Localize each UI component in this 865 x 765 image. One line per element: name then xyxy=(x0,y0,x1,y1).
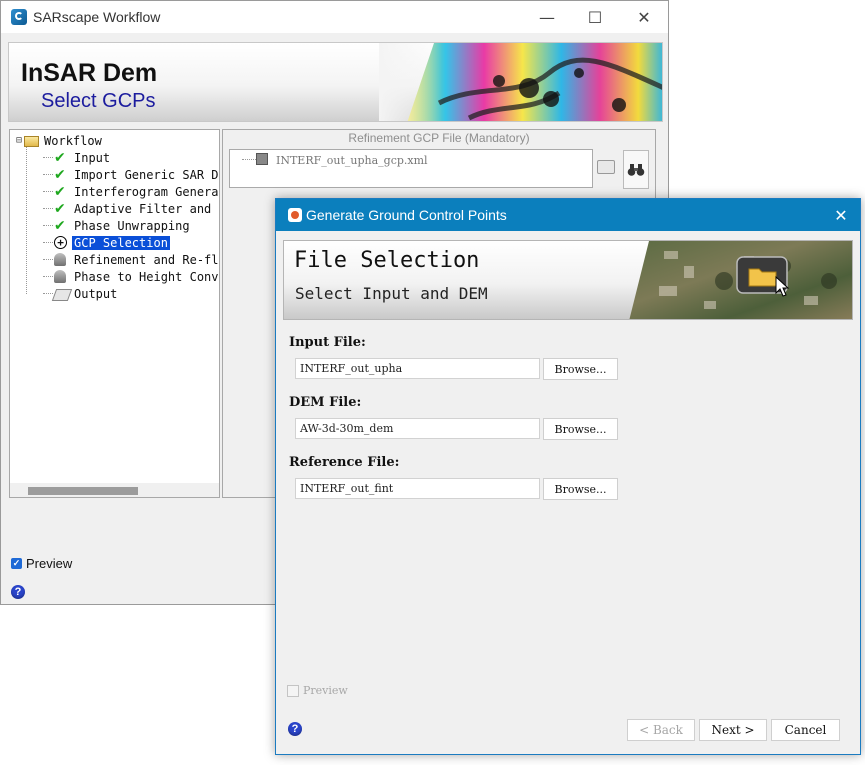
back-button[interactable]: < Back xyxy=(627,719,695,741)
cancel-button[interactable]: Cancel xyxy=(771,719,840,741)
checkbox-checked-icon[interactable]: ✓ xyxy=(11,558,22,569)
maximize-button[interactable]: ☐ xyxy=(573,2,617,32)
pending-step-icon xyxy=(54,252,66,266)
satellite-image xyxy=(629,241,852,319)
tree-horizontal-scrollbar[interactable] xyxy=(10,483,219,497)
tree-item-label: GCP Selection xyxy=(72,235,170,250)
next-button[interactable]: Next > xyxy=(699,719,767,741)
dem-file-label: DEM File: xyxy=(289,395,362,410)
folder-icon xyxy=(24,134,40,148)
reference-file-field[interactable]: INTERF_out_fint xyxy=(295,478,540,499)
refinement-gcp-file-list[interactable]: INTERF_out_upha_gcp.xml xyxy=(229,149,593,188)
workflow-tree[interactable]: ⊟ Workflow ✔ Input ✔ Import Generic SAR … xyxy=(9,129,220,498)
input-file-label: Input File: xyxy=(289,335,366,350)
tree-item-adaptive-filter[interactable]: ✔ Adaptive Filter and Coherence xyxy=(54,200,219,217)
tree-item-output[interactable]: Output xyxy=(51,285,119,302)
minimize-button[interactable]: — xyxy=(525,2,569,32)
banner-subtitle: Select GCPs xyxy=(41,90,156,112)
tree-root-workflow[interactable]: ⊟ Workflow xyxy=(16,132,104,149)
output-icon xyxy=(51,288,73,301)
dem-file-browse-button[interactable]: Browse... xyxy=(543,418,618,440)
close-button[interactable]: ✕ xyxy=(622,2,666,32)
check-icon: ✔ xyxy=(54,149,66,166)
collapse-icon[interactable]: ⊟ xyxy=(16,135,22,146)
input-file-field[interactable]: INTERF_out_upha xyxy=(295,358,540,379)
tree-item-label: Input xyxy=(74,150,111,165)
tree-item-label: Output xyxy=(74,286,118,301)
tree-item-gcp-selection[interactable]: + GCP Selection xyxy=(54,234,170,251)
tree-item-label: Phase Unwrapping xyxy=(74,218,190,233)
tree-item-phase-unwrapping[interactable]: ✔ Phase Unwrapping xyxy=(54,217,192,234)
sarscape-app-icon xyxy=(11,9,27,25)
tree-root-label: Workflow xyxy=(44,133,102,148)
help-icon[interactable]: ? xyxy=(288,722,302,736)
tree-item-input[interactable]: ✔ Input xyxy=(54,149,112,166)
tree-item-label: Refinement and Re-flattening xyxy=(74,252,219,267)
check-icon: ✔ xyxy=(54,166,66,183)
refinement-gcp-file: INTERF_out_upha_gcp.xml xyxy=(276,154,428,167)
dem-file-field[interactable]: AW-3d-30m_dem xyxy=(295,418,540,439)
window-title: SARscape Workflow xyxy=(33,9,161,25)
generate-gcp-dialog: Generate Ground Control Points ✕ File Se… xyxy=(275,198,861,755)
dialog-preview-checkbox[interactable]: Preview xyxy=(287,684,348,697)
main-preview-checkbox[interactable]: ✓ Preview xyxy=(11,556,72,571)
tree-item-phase-to-height[interactable]: Phase to Height Conversion xyxy=(54,268,219,285)
tree-item-label: Import Generic SAR Data xyxy=(74,167,219,182)
input-file-browse-button[interactable]: Browse... xyxy=(543,358,618,380)
tree-item-refinement[interactable]: Refinement and Re-flattening xyxy=(54,251,219,268)
check-icon: ✔ xyxy=(54,200,66,217)
binoculars-icon[interactable] xyxy=(623,150,649,189)
tree-item-label: Adaptive Filter and Coherence xyxy=(74,201,219,216)
help-icon[interactable]: ? xyxy=(11,585,25,599)
dialog-app-icon xyxy=(288,208,302,222)
preview-label: Preview xyxy=(26,556,73,571)
banner-title: InSAR Dem xyxy=(21,59,158,87)
banner-title: File Selection xyxy=(294,248,480,273)
check-icon: ✔ xyxy=(54,183,66,200)
gcp-icon: + xyxy=(54,235,67,249)
check-icon: ✔ xyxy=(54,217,66,234)
interferogram-image xyxy=(379,43,662,121)
window-titlebar[interactable]: SARscape Workflow — ☐ ✕ xyxy=(1,1,668,33)
banner-subtitle: Select Input and DEM xyxy=(295,284,488,303)
preview-label: Preview xyxy=(303,684,348,697)
file-selection-banner: File Selection Select Input and DEM xyxy=(283,240,853,320)
tree-item-interferogram-generation[interactable]: ✔ Interferogram Generation xyxy=(54,183,219,200)
tree-item-import-generic-sar-data[interactable]: ✔ Import Generic SAR Data xyxy=(54,166,219,183)
file-icon xyxy=(256,153,268,165)
tree-item-label: Interferogram Generation xyxy=(74,184,219,199)
dialog-close-button[interactable]: ✕ xyxy=(826,203,856,227)
reference-file-label: Reference File: xyxy=(289,455,400,470)
dialog-titlebar[interactable]: Generate Ground Control Points ✕ xyxy=(276,199,860,231)
checkbox-unchecked-icon[interactable] xyxy=(287,684,299,697)
reference-file-browse-button[interactable]: Browse... xyxy=(543,478,618,500)
dialog-title: Generate Ground Control Points xyxy=(306,207,507,223)
workflow-banner: InSAR Dem Select GCPs xyxy=(8,42,663,122)
pending-step-icon xyxy=(54,269,66,283)
refinement-gcp-label: Refinement GCP File (Mandatory) xyxy=(348,131,530,145)
open-folder-icon[interactable] xyxy=(597,160,615,174)
scrollbar-thumb[interactable] xyxy=(28,487,138,495)
tree-item-label: Phase to Height Conversion xyxy=(74,269,219,284)
